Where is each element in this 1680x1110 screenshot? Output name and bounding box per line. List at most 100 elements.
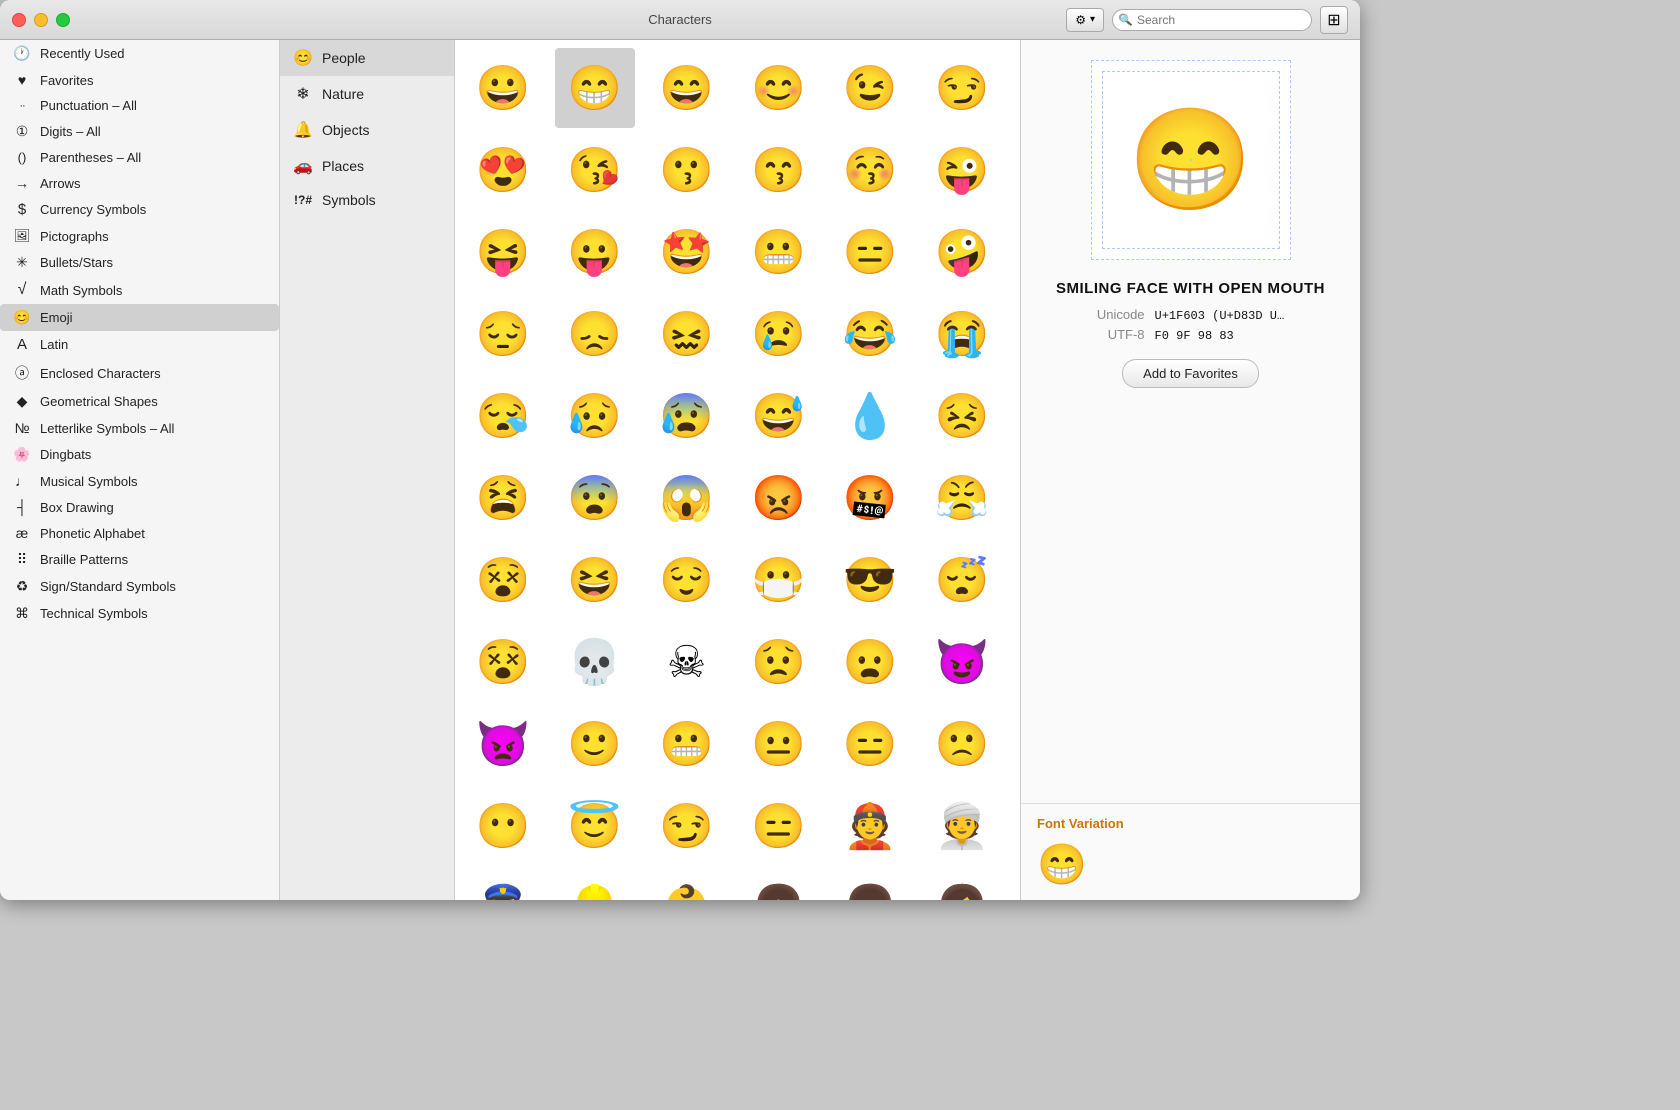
maximize-button[interactable]: [56, 13, 70, 27]
emoji-cell-8[interactable]: 😗: [647, 130, 727, 210]
sidebar-item-punctuation[interactable]: ·· Punctuation – All: [0, 93, 279, 118]
emoji-cell-4[interactable]: 😉: [830, 48, 910, 128]
emoji-cell-29[interactable]: 😣: [922, 376, 1002, 456]
emoji-cell-7[interactable]: 😘: [555, 130, 635, 210]
emoji-cell-16[interactable]: 😑: [830, 212, 910, 292]
sub-item-nature[interactable]: ❄ Nature: [280, 76, 454, 112]
emoji-cell-51[interactable]: 😐: [739, 704, 819, 784]
sidebar-item-box-drawing[interactable]: ┤ Box Drawing: [0, 494, 279, 520]
grid-view-button[interactable]: ⊞: [1320, 6, 1348, 34]
emoji-cell-3[interactable]: 😊: [739, 48, 819, 128]
emoji-cell-33[interactable]: 😡: [739, 458, 819, 538]
sidebar-item-braille[interactable]: ⠿ Braille Patterns: [0, 546, 279, 573]
emoji-cell-43[interactable]: 💀: [555, 622, 635, 702]
emoji-cell-2[interactable]: 😄: [647, 48, 727, 128]
sidebar-item-digits[interactable]: ① Digits – All: [0, 118, 279, 145]
emoji-cell-46[interactable]: 😦: [830, 622, 910, 702]
emoji-cell-12[interactable]: 😝: [463, 212, 543, 292]
sidebar-item-pictographs[interactable]: 🖼 Pictographs: [0, 223, 279, 249]
emoji-cell-22[interactable]: 😂: [830, 294, 910, 374]
sidebar-item-emoji[interactable]: 😊 Emoji: [0, 304, 279, 331]
sidebar-item-letterlike[interactable]: № Letterlike Symbols – All: [0, 415, 279, 441]
emoji-cell-40[interactable]: 😎: [830, 540, 910, 620]
sidebar-item-phonetic[interactable]: æ Phonetic Alphabet: [0, 520, 279, 546]
sidebar-item-bullets[interactable]: ✳ Bullets/Stars: [0, 249, 279, 276]
sidebar-item-arrows[interactable]: → Arrows: [0, 170, 279, 196]
sidebar-item-latin[interactable]: A Latin: [0, 331, 279, 358]
emoji-cell-19[interactable]: 😞: [555, 294, 635, 374]
emoji-cell-0[interactable]: 😀: [463, 48, 543, 128]
emoji-cell-41[interactable]: 😴: [922, 540, 1002, 620]
emoji-cell-27[interactable]: 😅: [739, 376, 819, 456]
emoji-cell-65[interactable]: 👩: [922, 868, 1002, 900]
emoji-cell-39[interactable]: 😷: [739, 540, 819, 620]
sub-item-places[interactable]: 🚗 Places: [280, 148, 454, 184]
emoji-cell-57[interactable]: 😑: [739, 786, 819, 866]
emoji-cell-47[interactable]: 😈: [922, 622, 1002, 702]
emoji-cell-44[interactable]: ☠: [647, 622, 727, 702]
emoji-cell-30[interactable]: 😫: [463, 458, 543, 538]
add-to-favorites-button[interactable]: Add to Favorites: [1122, 359, 1259, 388]
emoji-cell-50[interactable]: 😬: [647, 704, 727, 784]
emoji-cell-59[interactable]: 👳: [922, 786, 1002, 866]
emoji-cell-13[interactable]: 😛: [555, 212, 635, 292]
emoji-cell-54[interactable]: 😶: [463, 786, 543, 866]
emoji-cell-28[interactable]: 💧: [830, 376, 910, 456]
sidebar-item-musical[interactable]: ♩ Musical Symbols: [0, 468, 279, 494]
sidebar-item-geometric[interactable]: ◆ Geometrical Shapes: [0, 388, 279, 415]
emoji-cell-1[interactable]: 😁: [555, 48, 635, 128]
emoji-cell-64[interactable]: 👦: [830, 868, 910, 900]
emoji-cell-14[interactable]: 🤩: [647, 212, 727, 292]
sidebar-item-recently-used[interactable]: 🕐 Recently Used: [0, 40, 279, 67]
emoji-cell-56[interactable]: 😏: [647, 786, 727, 866]
emoji-cell-38[interactable]: 😌: [647, 540, 727, 620]
emoji-cell-48[interactable]: 👿: [463, 704, 543, 784]
emoji-cell-36[interactable]: 😵: [463, 540, 543, 620]
emoji-cell-26[interactable]: 😰: [647, 376, 727, 456]
emoji-cell-61[interactable]: 👷: [555, 868, 635, 900]
sidebar-item-math[interactable]: √ Math Symbols: [0, 276, 279, 304]
emoji-cell-25[interactable]: 😥: [555, 376, 635, 456]
emoji-cell-34[interactable]: 🤬: [830, 458, 910, 538]
emoji-cell-21[interactable]: 😢: [739, 294, 819, 374]
sidebar-item-parentheses[interactable]: () Parentheses – All: [0, 145, 279, 170]
emoji-cell-45[interactable]: 😟: [739, 622, 819, 702]
emoji-cell-11[interactable]: 😜: [922, 130, 1002, 210]
gear-button[interactable]: ⚙: [1066, 8, 1104, 32]
sidebar-item-enclosed[interactable]: ⓐ Enclosed Characters: [0, 358, 279, 388]
sidebar-item-sign-standard[interactable]: ♻ Sign/Standard Symbols: [0, 573, 279, 600]
emoji-cell-62[interactable]: 👶: [647, 868, 727, 900]
emoji-cell-6[interactable]: 😍: [463, 130, 543, 210]
emoji-cell-24[interactable]: 😪: [463, 376, 543, 456]
sub-item-symbols[interactable]: !?# Symbols: [280, 184, 454, 216]
emoji-cell-10[interactable]: 😚: [830, 130, 910, 210]
emoji-cell-15[interactable]: 😬: [739, 212, 819, 292]
emoji-cell-35[interactable]: 😤: [922, 458, 1002, 538]
emoji-cell-42[interactable]: 😵: [463, 622, 543, 702]
emoji-cell-37[interactable]: 😆: [555, 540, 635, 620]
emoji-cell-49[interactable]: 🙂: [555, 704, 635, 784]
sidebar-item-dingbats[interactable]: 🌸 Dingbats: [0, 441, 279, 468]
sidebar-item-favorites[interactable]: ♥ Favorites: [0, 67, 279, 93]
font-variation-emoji[interactable]: 😁: [1037, 843, 1087, 887]
search-input[interactable]: [1112, 9, 1312, 31]
emoji-cell-60[interactable]: 👮: [463, 868, 543, 900]
sidebar-item-technical[interactable]: ⌘ Technical Symbols: [0, 600, 279, 627]
emoji-cell-5[interactable]: 😏: [922, 48, 1002, 128]
emoji-cell-17[interactable]: 🤪: [922, 212, 1002, 292]
emoji-cell-58[interactable]: 👲: [830, 786, 910, 866]
emoji-cell-55[interactable]: 😇: [555, 786, 635, 866]
emoji-cell-31[interactable]: 😨: [555, 458, 635, 538]
close-button[interactable]: [12, 13, 26, 27]
emoji-cell-20[interactable]: 😖: [647, 294, 727, 374]
minimize-button[interactable]: [34, 13, 48, 27]
emoji-cell-52[interactable]: 😑: [830, 704, 910, 784]
emoji-cell-18[interactable]: 😔: [463, 294, 543, 374]
emoji-cell-23[interactable]: 😭: [922, 294, 1002, 374]
emoji-cell-63[interactable]: 👧: [739, 868, 819, 900]
sub-item-people[interactable]: 😊 People: [280, 40, 454, 76]
emoji-cell-32[interactable]: 😱: [647, 458, 727, 538]
emoji-cell-53[interactable]: 🙁: [922, 704, 1002, 784]
sidebar-item-currency[interactable]: $ Currency Symbols: [0, 196, 279, 223]
emoji-cell-9[interactable]: 😙: [739, 130, 819, 210]
